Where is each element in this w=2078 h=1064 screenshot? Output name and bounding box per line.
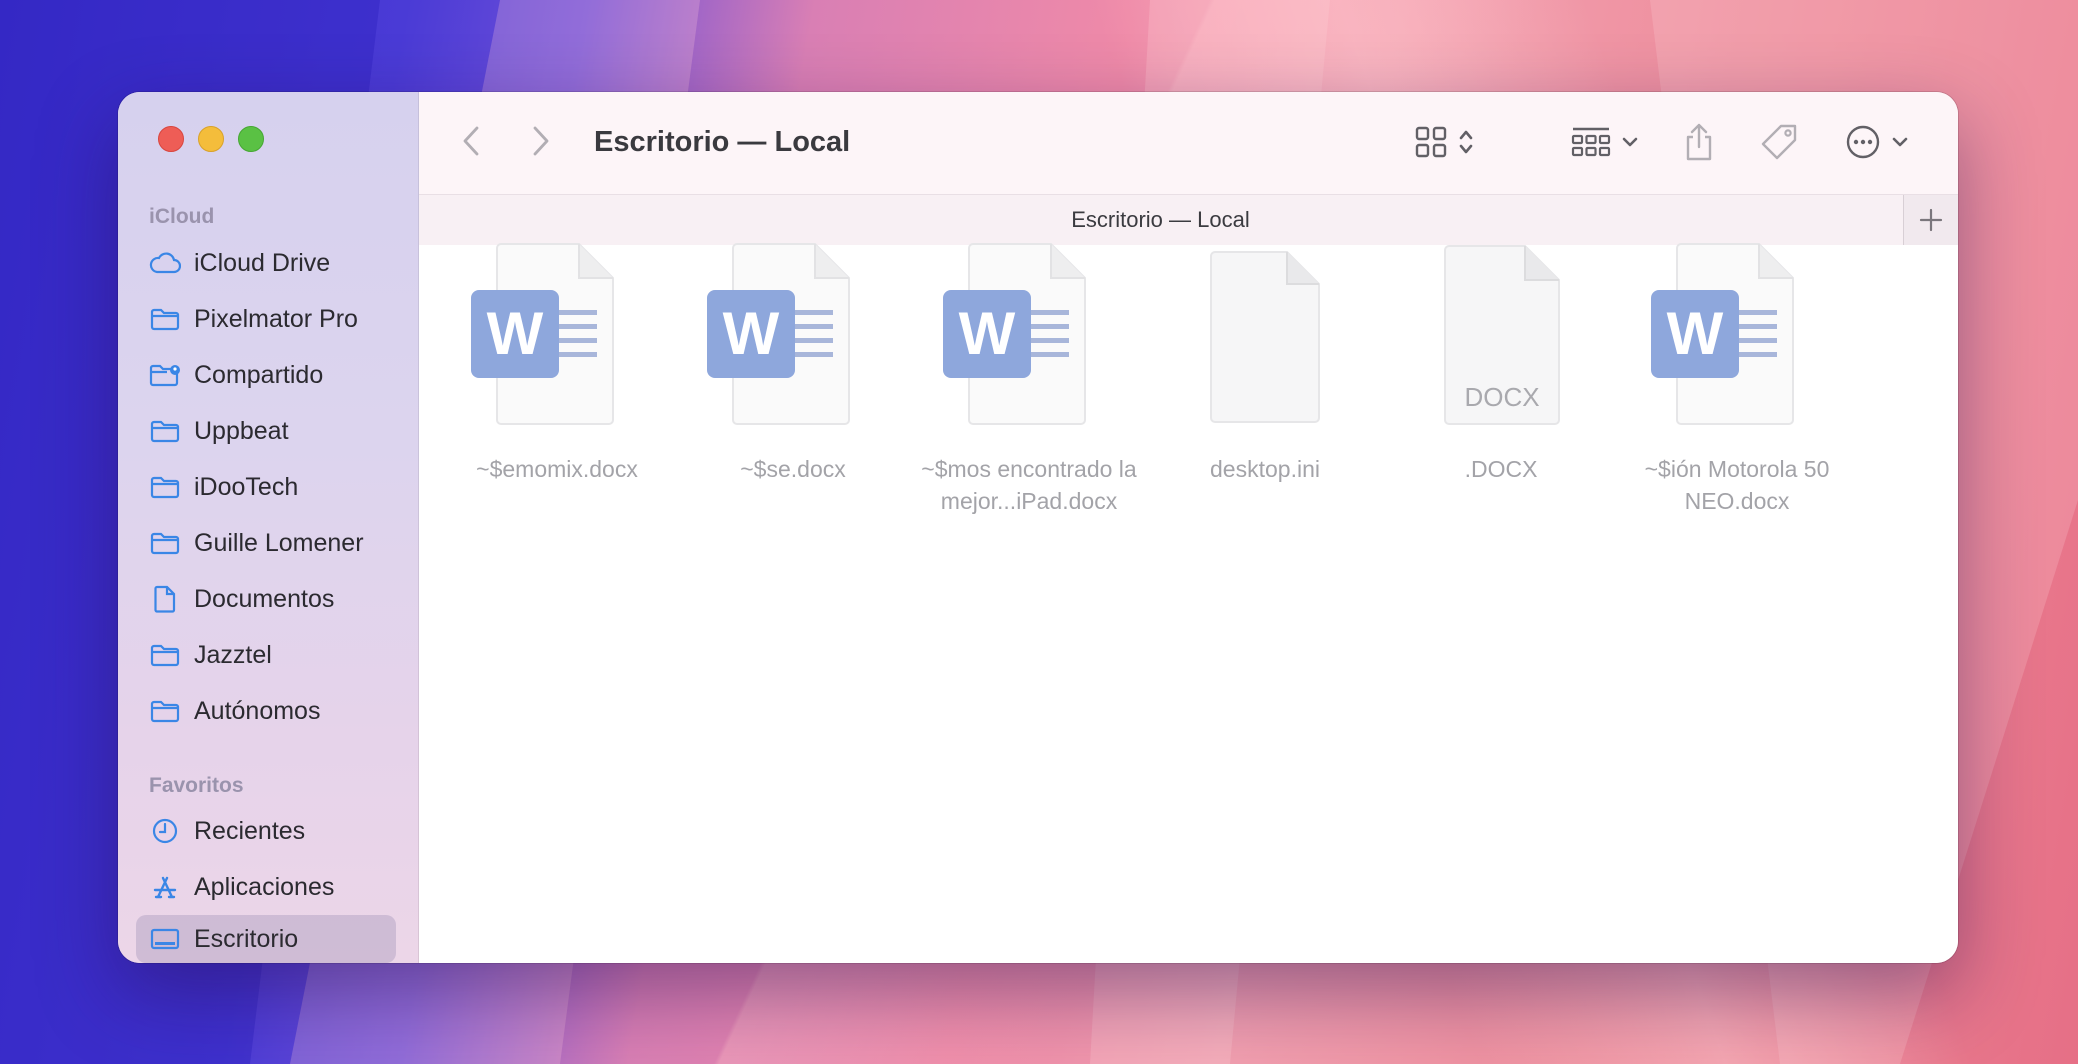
file-name: ~$se.docx <box>740 456 846 482</box>
folder-icon <box>148 529 182 557</box>
file-name: ~$emomix.docx <box>476 456 638 482</box>
sidebar-item-label: iDooTech <box>194 472 299 501</box>
sidebar: iCloud iCloud Drive Pixelmator Pro Compa… <box>118 92 419 963</box>
sidebar-item-label: Compartido <box>194 360 324 389</box>
folder-icon <box>148 697 182 725</box>
sidebar-item-jazztel[interactable]: Jazztel <box>136 631 396 679</box>
sidebar-item-label: Jazztel <box>194 640 272 669</box>
folder-icon <box>148 305 182 333</box>
ellipsis-circle-icon <box>1846 125 1880 159</box>
zoom-window-button[interactable] <box>238 126 264 152</box>
new-tab-button[interactable] <box>1903 195 1958 245</box>
sidebar-item-uppbeat[interactable]: Uppbeat <box>136 407 396 455</box>
sidebar-item-label: Recientes <box>194 816 306 845</box>
share-icon <box>1686 123 1712 161</box>
chevron-down-icon <box>1622 137 1638 147</box>
folder-icon <box>148 641 182 669</box>
svg-text:W: W <box>959 300 1016 367</box>
sidebar-item-documentos[interactable]: Documentos <box>136 575 396 623</box>
sidebar-section-icloud: iCloud <box>149 205 215 228</box>
file-name: .DOCX <box>1464 456 1538 482</box>
plus-icon <box>1919 208 1943 232</box>
svg-text:DOCX: DOCX <box>1464 382 1539 412</box>
main-pane: Escritorio — Local Escritorio — Local W … <box>419 92 1958 963</box>
sidebar-item-label: Uppbeat <box>194 416 289 445</box>
back-button[interactable] <box>449 119 493 163</box>
svg-text:W: W <box>1667 300 1724 367</box>
folder-icon <box>148 473 182 501</box>
view-mode-button[interactable] <box>1404 119 1484 165</box>
apps-icon <box>148 873 182 901</box>
svg-text:W: W <box>723 300 780 367</box>
chevron-left-icon <box>463 126 479 156</box>
sidebar-item-guille-lomener[interactable]: Guille Lomener <box>136 519 396 567</box>
group-by-button[interactable] <box>1567 119 1643 165</box>
clock-icon <box>148 817 182 845</box>
sidebar-section-favoritos: Favoritos <box>149 774 244 797</box>
sidebar-item-label: Autónomos <box>194 696 321 725</box>
sidebar-item-compartido[interactable]: Compartido <box>136 351 396 399</box>
sidebar-item-recientes[interactable]: Recientes <box>136 807 396 855</box>
file-name: ~$ión Motorola 50 NEO.docx <box>1644 456 1830 514</box>
chevron-right-icon <box>533 126 549 156</box>
sidebar-item-pixelmator-pro[interactable]: Pixelmator Pro <box>136 295 396 343</box>
folder-icon <box>148 417 182 445</box>
sidebar-item-escritorio[interactable]: Escritorio <box>136 915 396 963</box>
forward-button[interactable] <box>519 119 563 163</box>
finder-window: iCloud iCloud Drive Pixelmator Pro Compa… <box>118 92 1958 963</box>
chevron-up-down-icon <box>1459 130 1473 154</box>
generic-docx-icon: DOCX <box>1444 245 1560 425</box>
document-icon <box>148 585 182 613</box>
sidebar-item-label: Documentos <box>194 584 335 613</box>
file-grid: W ~$emomix.docx W ~$se.docx W ~$mos enco… <box>419 243 1958 963</box>
file-name: desktop.ini <box>1210 456 1320 482</box>
tags-button[interactable] <box>1755 118 1803 166</box>
file-name: ~$mos encontrado la mejor...iPad.docx <box>921 456 1137 514</box>
share-button[interactable] <box>1677 117 1721 167</box>
desktop-icon <box>148 925 182 953</box>
icon-grid-icon <box>1415 126 1447 158</box>
toolbar: Escritorio — Local <box>419 92 1958 194</box>
more-actions-button[interactable] <box>1839 119 1915 165</box>
sidebar-item-aplicaciones[interactable]: Aplicaciones <box>136 863 396 911</box>
tag-icon <box>1761 124 1797 160</box>
blank-document-icon <box>1210 251 1320 423</box>
cloud-icon <box>148 249 182 277</box>
sidebar-item-label: Guille Lomener <box>194 528 364 557</box>
word-document-icon: W <box>943 243 1086 425</box>
sidebar-item-label: Escritorio <box>194 924 299 953</box>
word-document-icon: W <box>471 243 614 425</box>
sidebar-item-icloud-drive[interactable]: iCloud Drive <box>136 239 396 287</box>
minimize-window-button[interactable] <box>198 126 224 152</box>
group-grid-icon <box>1571 127 1611 157</box>
shared-folder-icon <box>148 361 182 389</box>
sidebar-item-autonomos[interactable]: Autónomos <box>136 687 396 735</box>
sidebar-item-label: Aplicaciones <box>194 872 335 901</box>
tab-bar: Escritorio — Local <box>419 194 1958 246</box>
sidebar-item-label: iCloud Drive <box>194 248 331 277</box>
tab-escritorio-local[interactable]: Escritorio — Local <box>419 195 1902 245</box>
sidebar-item-label: Pixelmator Pro <box>194 304 358 333</box>
sidebar-item-idootech[interactable]: iDooTech <box>136 463 396 511</box>
close-window-button[interactable] <box>158 126 184 152</box>
word-document-icon: W <box>707 243 850 425</box>
svg-text:W: W <box>487 300 544 367</box>
word-document-icon: W <box>1651 243 1794 425</box>
window-title: Escritorio — Local <box>594 126 851 158</box>
chevron-down-icon <box>1892 137 1908 147</box>
